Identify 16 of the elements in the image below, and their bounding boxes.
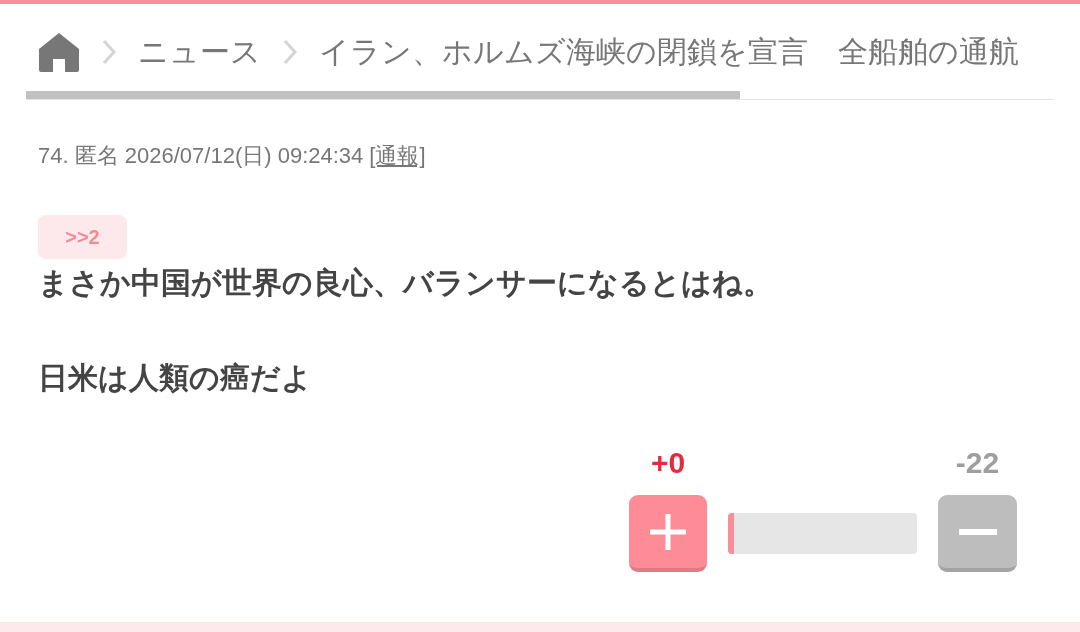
breadcrumb-current: イラン、ホルムズ海峡の閉鎖を宣言 全船舶の通航 (319, 34, 1019, 70)
post-body-text: 日米は人類の癌だよ (38, 360, 313, 396)
minus-icon (958, 528, 997, 535)
upvote-count: +0 (650, 445, 686, 481)
report-link[interactable]: [通報] (369, 142, 426, 170)
home-icon[interactable] (38, 32, 80, 72)
plus-icon (650, 513, 686, 550)
chevron-icon (283, 39, 297, 65)
scrollbar-thumb[interactable] (26, 91, 740, 99)
chevron-icon (102, 39, 116, 65)
breadcrumb-link[interactable]: ニュース (138, 28, 261, 76)
upvote-button[interactable] (629, 495, 707, 572)
downvote-button[interactable] (938, 495, 1017, 572)
post-body-text: まさか中国が世界の良心、バランサーになるとはね。 (38, 265, 774, 301)
downvote-count: -22 (955, 445, 1000, 481)
post-header: 74. 匿名 2026/07/12(日) 09:24:34 (38, 142, 364, 170)
